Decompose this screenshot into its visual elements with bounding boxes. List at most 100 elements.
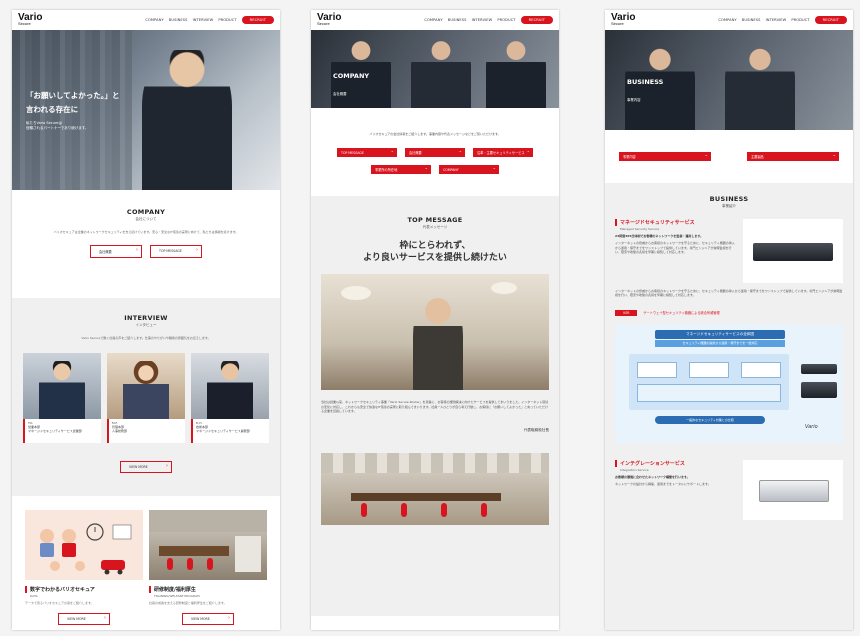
employee-role: マネージドセキュリティサービス営業部 bbox=[28, 428, 82, 433]
nav-product[interactable]: PRODUCT bbox=[218, 18, 236, 22]
top-message-section: TOP MESSAGE 代表メッセージ 枠にとらわれず、 より良いサービスを提供… bbox=[311, 196, 559, 617]
top-message-button[interactable]: TOP MESSAGE bbox=[150, 244, 202, 258]
diagram-subtitle: セキュリティ機器の提供から運用・保守までを一括対応 bbox=[655, 339, 785, 347]
banner-title: BUSINESS bbox=[627, 78, 664, 86]
data-view-more-button[interactable]: VIEW MORE bbox=[58, 613, 110, 626]
top-message-title: TOP MESSAGE bbox=[407, 216, 463, 225]
link-top-message[interactable]: TOP MESSAGE bbox=[337, 148, 397, 158]
message-body: 当社は創業以来、ネットワークセキュリティ事業「Vario Secure Rout… bbox=[321, 400, 549, 414]
appliance-device bbox=[759, 479, 829, 502]
recruit-button[interactable]: RECRUIT bbox=[520, 16, 553, 24]
banner-person bbox=[486, 38, 546, 108]
feature-section: 数字でわかるバリオセキュア DATA データで見るバリオセキュアの姿をご紹介しま… bbox=[12, 510, 280, 626]
ceo-person bbox=[413, 296, 463, 391]
nav-business[interactable]: BUSINESS bbox=[448, 18, 467, 22]
link-company-outline[interactable]: 会社概要 bbox=[405, 148, 465, 158]
service-2-subtitle: Integration Service bbox=[620, 467, 649, 472]
top-message-subtitle: 代表メッセージ bbox=[422, 225, 448, 230]
feature-desc: データで見るバリオセキュアの姿をご紹介します。 bbox=[25, 601, 94, 605]
service-1-body: インターネットの脅威からお客様のネットワークを守るために、セキュリティ機器の導入… bbox=[615, 241, 735, 255]
diagram-title: マネージドセキュリティサービスの全体図 bbox=[655, 329, 785, 339]
recruit-button[interactable]: RECRUIT bbox=[241, 16, 274, 24]
router-photo bbox=[743, 219, 843, 283]
logo[interactable]: Vario Secure bbox=[18, 13, 42, 26]
hero-copy: 「お願いしてよかった。」と 言われる存在に 私たちVario Secureは 信… bbox=[26, 90, 120, 131]
logo[interactable]: Vario Secure bbox=[611, 13, 635, 26]
interview-caption: T.K. 営業本部 マネージドセキュリティサービス営業部 bbox=[23, 418, 101, 443]
link-company[interactable]: COMPANY bbox=[439, 165, 499, 175]
company-intro: バリオセキュアの会社情報をご紹介します。事業内容や代表メッセージなどをご覧いただ… bbox=[369, 132, 501, 136]
tab-products[interactable]: 主要製品 bbox=[747, 152, 839, 161]
interview-caption: D.H. 技術本部 マネージドセキュリティサービス開発部 bbox=[191, 418, 269, 443]
diagram-body bbox=[629, 353, 789, 410]
office-photo bbox=[321, 452, 549, 525]
interview-section: INTERVIEW インタビュー Vario Secureで働く社員の声をご紹介… bbox=[12, 298, 280, 496]
top-page-screenshot: Vario Secure COMPANY BUSINESS INTERVIEW P… bbox=[12, 10, 280, 630]
employee-role: マネージドセキュリティサービス開発部 bbox=[196, 428, 250, 433]
employee-photo bbox=[39, 360, 85, 419]
data-illustration bbox=[25, 510, 143, 580]
tab-business[interactable]: 事業内容 bbox=[619, 152, 711, 161]
logo[interactable]: Vario Secure bbox=[317, 13, 341, 26]
hero-image: 「お願いしてよかった。」と 言われる存在に 私たちVario Secureは 信… bbox=[12, 30, 280, 190]
interview-card[interactable]: M.F. 管理本部 人事総務部 bbox=[107, 352, 185, 443]
interview-card[interactable]: D.H. 技術本部 マネージドセキュリティサービス開発部 bbox=[191, 352, 269, 443]
service-diagram: マネージドセキュリティサービスの全体図 セキュリティ機器の提供から運用・保守まで… bbox=[615, 323, 843, 444]
interview-caption: M.F. 管理本部 人事総務部 bbox=[107, 418, 185, 443]
link-history[interactable]: 沿革・主要セキュリティサービス bbox=[473, 148, 533, 158]
employee-role: 人事総務部 bbox=[112, 428, 128, 433]
nav-interview[interactable]: INTERVIEW bbox=[472, 18, 493, 22]
hero-line-1: 「お願いしてよかった。」と bbox=[26, 91, 120, 100]
nav-business[interactable]: BUSINESS bbox=[169, 18, 188, 22]
business-section: BUSINESS 事業紹介 マネージドセキュリティサービス Managed Se… bbox=[605, 183, 853, 630]
nav-interview[interactable]: INTERVIEW bbox=[193, 18, 214, 22]
company-outline-button[interactable]: 会社概要 bbox=[90, 244, 142, 258]
hero-line-2: 言われる存在に bbox=[26, 105, 79, 114]
recruit-button[interactable]: RECRUIT bbox=[814, 16, 847, 24]
training-view-more-button[interactable]: VIEW MORE bbox=[182, 613, 234, 626]
service-2-title: インテグレーションサービス bbox=[615, 459, 735, 467]
interview-card[interactable]: T.K. 営業本部 マネージドセキュリティサービス営業部 bbox=[23, 352, 101, 443]
business-tabs: 事業内容 主要製品 bbox=[605, 152, 853, 161]
quote-line-1: 枠にとらわれず、 bbox=[399, 241, 471, 252]
router-device bbox=[753, 243, 833, 261]
vsr-heading: ゲートウェイ型セキュリティ機器による統合脅威管理 bbox=[643, 311, 720, 316]
banner-subtitle: 会社概要 bbox=[333, 92, 347, 96]
businessman-photo bbox=[142, 50, 232, 190]
diagram-footer: 一般的なセキュリティ対策との比較 bbox=[655, 415, 765, 424]
device-icon bbox=[801, 381, 837, 398]
interview-title: INTERVIEW bbox=[124, 314, 168, 322]
interview-photo bbox=[191, 352, 269, 419]
banner-subtitle: 事業内容 bbox=[627, 98, 641, 102]
service-2-lead: お客様の環境に合わせたネットワーク構築を行います。 bbox=[615, 474, 690, 479]
service-2-body: ネットワークの設計から構築、運用までをトータルにサポートします。 bbox=[615, 482, 711, 487]
feature-desc: 社員の成長を支える研修制度と福利厚生をご紹介します。 bbox=[149, 601, 227, 605]
ceo-photo bbox=[321, 274, 549, 391]
feature-title: 研修制度/福利厚生 bbox=[149, 586, 267, 593]
feature-card-data[interactable]: 数字でわかるバリオセキュア DATA データで見るバリオセキュアの姿をご紹介しま… bbox=[25, 510, 143, 626]
banner-person bbox=[411, 38, 471, 108]
employee-photo bbox=[123, 360, 169, 419]
company-subtitle: 会社について bbox=[135, 217, 157, 221]
feature-subtitle: TRAINING/WELFARE PROGRAM bbox=[154, 594, 200, 598]
feature-card-training[interactable]: 研修制度/福利厚生 TRAINING/WELFARE PROGRAM 社員の成長… bbox=[149, 510, 267, 626]
nav-company[interactable]: COMPANY bbox=[145, 18, 163, 22]
nav-business[interactable]: BUSINESS bbox=[742, 18, 761, 22]
hero-small-2: 信頼されるパートナーであり続けます。 bbox=[26, 126, 89, 130]
nav-product[interactable]: PRODUCT bbox=[497, 18, 515, 22]
device-icon bbox=[801, 363, 837, 374]
interview-view-more-button[interactable]: VIEW MORE bbox=[120, 460, 172, 473]
business-page-screenshot: Vario Secure COMPANY BUSINESS INTERVIEW P… bbox=[605, 10, 853, 630]
nav-company[interactable]: COMPANY bbox=[424, 18, 442, 22]
global-nav: COMPANY BUSINESS INTERVIEW PRODUCT RECRU… bbox=[424, 16, 553, 24]
site-header: Vario Secure COMPANY BUSINESS INTERVIEW P… bbox=[12, 10, 280, 30]
company-banner: COMPANY 会社概要 bbox=[311, 30, 559, 108]
link-offices[interactable]: 事業所の所在地 bbox=[371, 165, 431, 175]
appliance-photo bbox=[743, 459, 843, 520]
nav-interview[interactable]: INTERVIEW bbox=[766, 18, 787, 22]
interview-desc: Vario Secureで働く社員の声をご紹介します。仕事のやりがいや職場の雰囲… bbox=[81, 336, 211, 340]
people-illustration-icon bbox=[40, 523, 132, 575]
nav-product[interactable]: PRODUCT bbox=[791, 18, 809, 22]
nav-company[interactable]: COMPANY bbox=[718, 18, 736, 22]
service-1-subtitle: Managed Security Service bbox=[620, 227, 660, 231]
